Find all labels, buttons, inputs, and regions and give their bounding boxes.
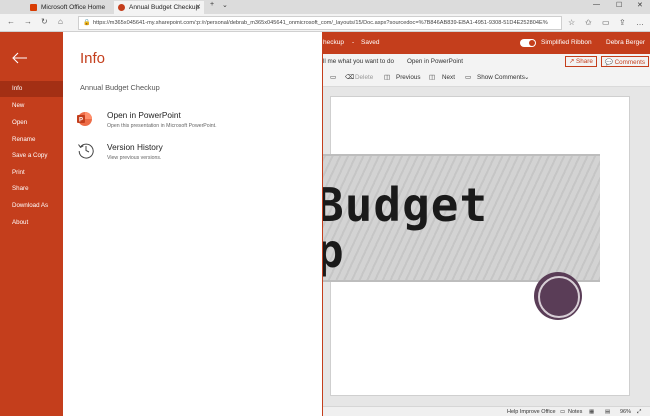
chevron-down-icon[interactable]: ⌄ — [222, 1, 228, 9]
nav-item-label: Share — [12, 185, 29, 192]
open-in-powerpoint-description: Open this presentation in Microsoft Powe… — [107, 123, 217, 129]
nav-item-about[interactable]: About — [0, 215, 63, 231]
delete-icon: ⌫ — [345, 74, 354, 81]
close-tab-icon[interactable]: ✕ — [195, 3, 201, 11]
nav-item-label: Open — [12, 119, 28, 126]
file-name: Annual Budget Checkup — [80, 83, 160, 92]
save-status: Saved — [361, 39, 380, 46]
powerpoint-icon[interactable]: P — [76, 111, 92, 127]
user-name[interactable]: Debra Berger — [606, 39, 645, 46]
favorite-star-icon[interactable]: ☆ — [568, 18, 575, 27]
back-arrow-icon[interactable] — [12, 52, 28, 64]
simplified-ribbon-toggle[interactable] — [520, 39, 536, 47]
next-button[interactable]: Next — [442, 74, 455, 81]
show-comments-button[interactable]: Show Comments — [477, 74, 525, 81]
nav-item-label: Save a Copy — [12, 152, 48, 159]
backstage-nav: Info New Open Rename Save a Copy Print S… — [0, 32, 63, 416]
comments-label: Comments — [614, 59, 646, 66]
minimize-icon[interactable]: — — [593, 1, 600, 8]
notes-button[interactable]: Notes — [568, 409, 582, 415]
slide-stamp-graphic — [534, 272, 582, 320]
tab-label: Annual Budget Checkup — [129, 4, 200, 11]
nav-item-open[interactable]: Open — [0, 115, 63, 131]
browser-tab-bar: Microsoft Office Home Annual Budget Chec… — [0, 0, 650, 14]
url-text: https://m365x045641-my.sharepoint.com/:p… — [93, 20, 548, 26]
nav-item-info[interactable]: Info — [0, 81, 63, 97]
favorites-icon[interactable]: ✩ — [585, 18, 592, 27]
maximize-icon[interactable]: ☐ — [616, 1, 622, 9]
svg-text:P: P — [79, 118, 83, 124]
nav-item-label: About — [12, 219, 29, 226]
help-improve-office[interactable]: Help Improve Office — [507, 409, 556, 415]
version-history-option[interactable]: Version History — [107, 142, 163, 152]
separator: - — [352, 39, 355, 46]
back-icon[interactable]: ← — [7, 17, 15, 26]
nav-item-label: Info — [12, 85, 23, 92]
share-label: Share — [576, 58, 593, 65]
doc-title[interactable]: heckup — [323, 39, 344, 46]
browser-tab-office-home[interactable]: Microsoft Office Home — [26, 1, 114, 14]
nav-item-save-a-copy[interactable]: Save a Copy — [0, 148, 63, 164]
next-icon: ◫ — [429, 74, 435, 81]
nav-item-new[interactable]: New — [0, 98, 63, 114]
more-icon[interactable]: … — [636, 18, 644, 27]
previous-button[interactable]: Previous — [396, 74, 421, 81]
chevron-down-icon[interactable]: ⌄ — [524, 74, 529, 81]
zoom-level[interactable]: 96% — [620, 409, 631, 415]
comments-button[interactable]: 💬 Comments — [601, 56, 650, 67]
open-in-powerpoint-option[interactable]: Open in PowerPoint — [107, 110, 181, 120]
address-bar-row: ← → ↻ ⌂ 🔒 https://m365x045641-my.sharepo… — [0, 14, 650, 32]
nav-item-rename[interactable]: Rename — [0, 132, 63, 148]
open-in-powerpoint-link[interactable]: Open in PowerPoint — [407, 58, 463, 65]
fit-slide-icon[interactable]: ⤢ — [637, 409, 641, 416]
forward-icon[interactable]: → — [24, 17, 32, 26]
history-icon[interactable] — [77, 141, 95, 159]
nav-item-label: Rename — [12, 136, 36, 143]
nav-item-print[interactable]: Print — [0, 165, 63, 181]
previous-icon: ◫ — [384, 74, 390, 81]
refresh-icon[interactable]: ↻ — [41, 17, 48, 26]
page-title: Info — [80, 50, 106, 67]
browser-tab-annual-budget[interactable]: Annual Budget Checkup ✕ — [114, 1, 204, 14]
home-icon[interactable]: ⌂ — [58, 17, 63, 26]
slide-sorter-icon[interactable]: ▤ — [605, 409, 610, 415]
tell-me-search[interactable]: ll me what you want to do — [323, 58, 394, 65]
share-button[interactable]: ↗ Share — [565, 56, 597, 67]
show-comments-icon: ▭ — [465, 74, 471, 81]
new-tab-icon[interactable]: + — [210, 1, 214, 8]
url-field[interactable]: 🔒 https://m365x045641-my.sharepoint.com/… — [78, 16, 562, 30]
simplified-ribbon-label: Simplified Ribbon — [541, 39, 592, 46]
tab-label: Microsoft Office Home — [41, 4, 106, 11]
normal-view-icon[interactable]: ▦ — [589, 409, 594, 415]
nav-item-label: Download As — [12, 202, 49, 209]
collections-icon[interactable]: ▭ — [602, 18, 610, 27]
nav-item-share[interactable]: Share — [0, 181, 63, 197]
share-browser-icon[interactable]: ⇪ — [619, 18, 626, 27]
version-history-description: View previous versions. — [107, 155, 162, 161]
lock-icon: 🔒 — [83, 20, 91, 26]
powerpoint-icon — [118, 4, 125, 11]
delete-button[interactable]: Delete — [355, 74, 373, 81]
nav-item-label: Print — [12, 169, 25, 176]
nav-item-download-as[interactable]: Download As — [0, 198, 63, 214]
office-icon — [30, 4, 37, 11]
close-window-icon[interactable]: ✕ — [637, 1, 643, 9]
notes-icon: ▭ — [560, 409, 566, 415]
new-comment-icon[interactable]: ▭ — [330, 74, 336, 81]
nav-item-label: New — [12, 102, 25, 109]
